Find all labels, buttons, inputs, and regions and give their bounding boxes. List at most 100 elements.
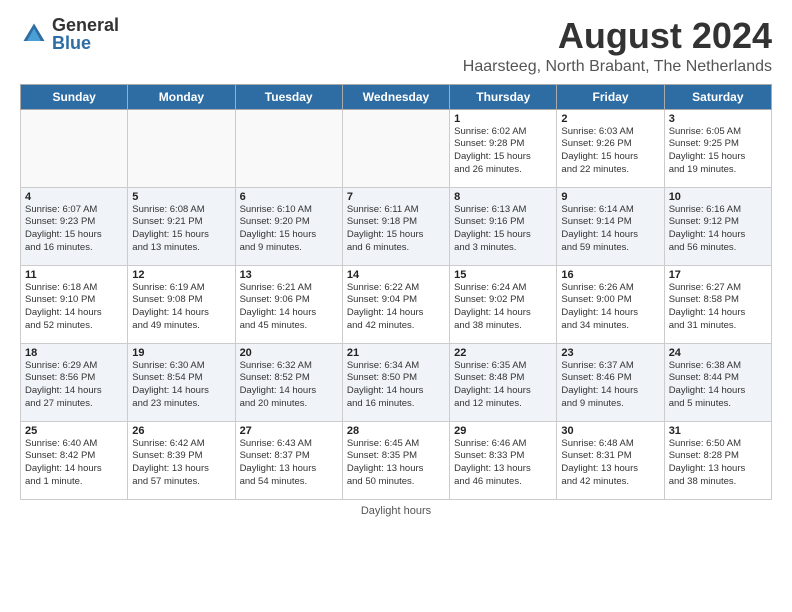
header-row: Sunday Monday Tuesday Wednesday Thursday… [21,84,772,109]
day-number: 1 [454,113,552,125]
day-info: Sunrise: 6:26 AM Sunset: 9:00 PM Dayligh… [561,282,659,333]
col-monday: Monday [128,84,235,109]
day-cell: 10Sunrise: 6:16 AM Sunset: 9:12 PM Dayli… [664,187,771,265]
day-info: Sunrise: 6:21 AM Sunset: 9:06 PM Dayligh… [240,282,338,333]
logo-general: General [52,16,119,34]
day-cell [128,109,235,187]
calendar-table: Sunday Monday Tuesday Wednesday Thursday… [20,84,772,500]
day-cell: 3Sunrise: 6:05 AM Sunset: 9:25 PM Daylig… [664,109,771,187]
day-info: Sunrise: 6:35 AM Sunset: 8:48 PM Dayligh… [454,360,552,411]
day-cell: 20Sunrise: 6:32 AM Sunset: 8:52 PM Dayli… [235,343,342,421]
day-info: Sunrise: 6:08 AM Sunset: 9:21 PM Dayligh… [132,204,230,255]
day-info: Sunrise: 6:50 AM Sunset: 8:28 PM Dayligh… [669,438,767,489]
day-number: 25 [25,425,123,437]
day-cell: 8Sunrise: 6:13 AM Sunset: 9:16 PM Daylig… [450,187,557,265]
day-number: 31 [669,425,767,437]
day-number: 18 [25,347,123,359]
day-info: Sunrise: 6:32 AM Sunset: 8:52 PM Dayligh… [240,360,338,411]
day-cell [235,109,342,187]
day-info: Sunrise: 6:05 AM Sunset: 9:25 PM Dayligh… [669,126,767,177]
day-info: Sunrise: 6:10 AM Sunset: 9:20 PM Dayligh… [240,204,338,255]
day-info: Sunrise: 6:07 AM Sunset: 9:23 PM Dayligh… [25,204,123,255]
day-info: Sunrise: 6:40 AM Sunset: 8:42 PM Dayligh… [25,438,123,489]
day-info: Sunrise: 6:27 AM Sunset: 8:58 PM Dayligh… [669,282,767,333]
day-info: Sunrise: 6:34 AM Sunset: 8:50 PM Dayligh… [347,360,445,411]
day-number: 26 [132,425,230,437]
day-number: 9 [561,191,659,203]
day-cell [21,109,128,187]
day-info: Sunrise: 6:14 AM Sunset: 9:14 PM Dayligh… [561,204,659,255]
day-cell: 12Sunrise: 6:19 AM Sunset: 9:08 PM Dayli… [128,265,235,343]
day-info: Sunrise: 6:13 AM Sunset: 9:16 PM Dayligh… [454,204,552,255]
day-info: Sunrise: 6:22 AM Sunset: 9:04 PM Dayligh… [347,282,445,333]
day-info: Sunrise: 6:38 AM Sunset: 8:44 PM Dayligh… [669,360,767,411]
header: General Blue August 2024 Haarsteeg, Nort… [20,16,772,76]
day-cell: 26Sunrise: 6:42 AM Sunset: 8:39 PM Dayli… [128,421,235,499]
day-cell: 22Sunrise: 6:35 AM Sunset: 8:48 PM Dayli… [450,343,557,421]
day-number: 19 [132,347,230,359]
day-number: 22 [454,347,552,359]
day-info: Sunrise: 6:43 AM Sunset: 8:37 PM Dayligh… [240,438,338,489]
col-wednesday: Wednesday [342,84,449,109]
day-number: 13 [240,269,338,281]
logo: General Blue [20,16,119,52]
day-cell: 30Sunrise: 6:48 AM Sunset: 8:31 PM Dayli… [557,421,664,499]
day-number: 15 [454,269,552,281]
day-info: Sunrise: 6:16 AM Sunset: 9:12 PM Dayligh… [669,204,767,255]
day-info: Sunrise: 6:03 AM Sunset: 9:26 PM Dayligh… [561,126,659,177]
day-cell: 11Sunrise: 6:18 AM Sunset: 9:10 PM Dayli… [21,265,128,343]
day-cell: 25Sunrise: 6:40 AM Sunset: 8:42 PM Dayli… [21,421,128,499]
day-number: 24 [669,347,767,359]
col-friday: Friday [557,84,664,109]
week-row-3: 11Sunrise: 6:18 AM Sunset: 9:10 PM Dayli… [21,265,772,343]
day-number: 7 [347,191,445,203]
day-cell: 21Sunrise: 6:34 AM Sunset: 8:50 PM Dayli… [342,343,449,421]
day-number: 30 [561,425,659,437]
day-info: Sunrise: 6:18 AM Sunset: 9:10 PM Dayligh… [25,282,123,333]
week-row-5: 25Sunrise: 6:40 AM Sunset: 8:42 PM Dayli… [21,421,772,499]
page: General Blue August 2024 Haarsteeg, Nort… [0,0,792,527]
day-info: Sunrise: 6:02 AM Sunset: 9:28 PM Dayligh… [454,126,552,177]
day-cell [342,109,449,187]
day-number: 5 [132,191,230,203]
day-cell: 5Sunrise: 6:08 AM Sunset: 9:21 PM Daylig… [128,187,235,265]
col-saturday: Saturday [664,84,771,109]
day-info: Sunrise: 6:37 AM Sunset: 8:46 PM Dayligh… [561,360,659,411]
day-number: 4 [25,191,123,203]
day-cell: 31Sunrise: 6:50 AM Sunset: 8:28 PM Dayli… [664,421,771,499]
day-number: 2 [561,113,659,125]
day-info: Sunrise: 6:42 AM Sunset: 8:39 PM Dayligh… [132,438,230,489]
day-number: 21 [347,347,445,359]
day-cell: 29Sunrise: 6:46 AM Sunset: 8:33 PM Dayli… [450,421,557,499]
footer-note: Daylight hours [20,505,772,517]
day-cell: 27Sunrise: 6:43 AM Sunset: 8:37 PM Dayli… [235,421,342,499]
week-row-4: 18Sunrise: 6:29 AM Sunset: 8:56 PM Dayli… [21,343,772,421]
day-cell: 18Sunrise: 6:29 AM Sunset: 8:56 PM Dayli… [21,343,128,421]
month-title: August 2024 [463,16,772,56]
day-info: Sunrise: 6:11 AM Sunset: 9:18 PM Dayligh… [347,204,445,255]
day-cell: 7Sunrise: 6:11 AM Sunset: 9:18 PM Daylig… [342,187,449,265]
day-cell: 9Sunrise: 6:14 AM Sunset: 9:14 PM Daylig… [557,187,664,265]
logo-blue: Blue [52,34,119,52]
day-number: 6 [240,191,338,203]
day-number: 28 [347,425,445,437]
day-number: 11 [25,269,123,281]
week-row-2: 4Sunrise: 6:07 AM Sunset: 9:23 PM Daylig… [21,187,772,265]
logo-icon [20,20,48,48]
day-cell: 14Sunrise: 6:22 AM Sunset: 9:04 PM Dayli… [342,265,449,343]
day-number: 29 [454,425,552,437]
day-number: 14 [347,269,445,281]
day-number: 10 [669,191,767,203]
day-info: Sunrise: 6:24 AM Sunset: 9:02 PM Dayligh… [454,282,552,333]
location-title: Haarsteeg, North Brabant, The Netherland… [463,58,772,76]
day-number: 8 [454,191,552,203]
day-cell: 15Sunrise: 6:24 AM Sunset: 9:02 PM Dayli… [450,265,557,343]
day-cell: 1Sunrise: 6:02 AM Sunset: 9:28 PM Daylig… [450,109,557,187]
week-row-1: 1Sunrise: 6:02 AM Sunset: 9:28 PM Daylig… [21,109,772,187]
col-sunday: Sunday [21,84,128,109]
day-cell: 6Sunrise: 6:10 AM Sunset: 9:20 PM Daylig… [235,187,342,265]
day-number: 17 [669,269,767,281]
day-number: 12 [132,269,230,281]
day-cell: 16Sunrise: 6:26 AM Sunset: 9:00 PM Dayli… [557,265,664,343]
day-number: 27 [240,425,338,437]
